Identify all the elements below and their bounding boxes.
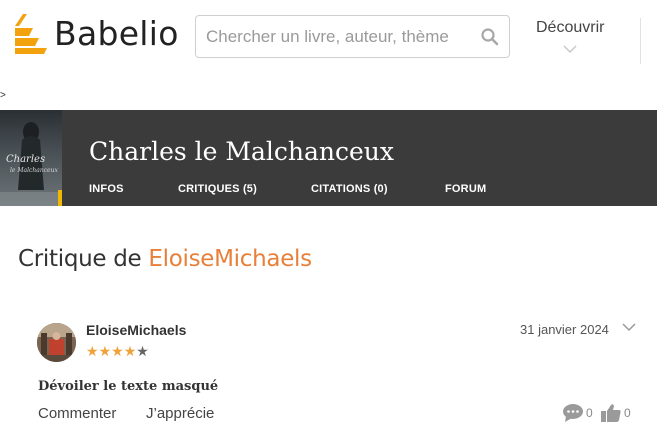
star-icon-empty: ★ (136, 343, 149, 359)
critique-heading: Critique de EloiseMichaels (18, 244, 312, 274)
critique-heading-author[interactable]: EloiseMichaels (148, 246, 312, 272)
tab-citations[interactable]: CITATIONS (0) (311, 183, 445, 195)
book-banner: Charles le Malchanceux Charles le Malcha… (0, 110, 657, 206)
search-input[interactable] (206, 25, 476, 49)
critique-heading-prefix: Critique de (18, 246, 142, 272)
book-nav: INFOS CRITIQUES (5) CITATIONS (0) FORUM (89, 183, 486, 195)
logo-text: Babelio (54, 14, 179, 53)
reveal-hidden-text-link[interactable]: Dévoiler le texte masqué (38, 379, 218, 394)
rating-stars: ★★★★★ (86, 343, 149, 359)
comments-count-value: 0 (586, 406, 593, 420)
review-date: 31 janvier 2024 (520, 322, 609, 337)
star-icon-filled: ★ (98, 343, 112, 359)
avatar[interactable] (37, 323, 76, 362)
likes-counter[interactable]: 0 (600, 403, 631, 423)
search-box (195, 15, 510, 58)
speech-bubble-icon (563, 404, 583, 422)
tab-forum[interactable]: FORUM (445, 183, 486, 195)
comment-button[interactable]: Commenter (38, 405, 116, 422)
comments-counter[interactable]: 0 (562, 403, 593, 423)
book-cover-image[interactable]: Charles le Malchanceux (0, 110, 62, 206)
svg-text:Charles: Charles (6, 154, 45, 165)
stray-text: > (0, 90, 6, 101)
babelio-logo[interactable]: Babelio (13, 12, 179, 56)
likes-count-value: 0 (624, 406, 631, 420)
search-button[interactable] (480, 27, 500, 47)
like-button[interactable]: J’apprécie (146, 405, 214, 422)
top-header: Babelio Découvrir (0, 0, 657, 88)
book-title[interactable]: Charles le Malchanceux (89, 137, 394, 167)
svg-text:le Malchanceux: le Malchanceux (10, 167, 58, 174)
chevron-down-icon[interactable] (563, 45, 577, 54)
cover-accent-bar (58, 190, 62, 206)
review-username[interactable]: EloiseMichaels (86, 322, 186, 338)
header-divider (640, 18, 641, 64)
discover-menu[interactable]: Découvrir (536, 19, 604, 37)
user-avatar-image (37, 323, 76, 362)
search-icon (481, 28, 499, 46)
thumbs-up-icon (601, 404, 621, 422)
tab-critiques[interactable]: CRITIQUES (5) (178, 183, 311, 195)
star-icon-filled: ★ (111, 343, 124, 359)
tab-infos[interactable]: INFOS (89, 183, 178, 195)
chevron-down-icon[interactable] (622, 323, 636, 332)
babelio-logo-icon (15, 14, 47, 54)
star-icon-filled: ★ (123, 343, 137, 359)
book-cover-art: Charles le Malchanceux (0, 122, 62, 206)
star-icon-filled: ★ (86, 343, 99, 359)
